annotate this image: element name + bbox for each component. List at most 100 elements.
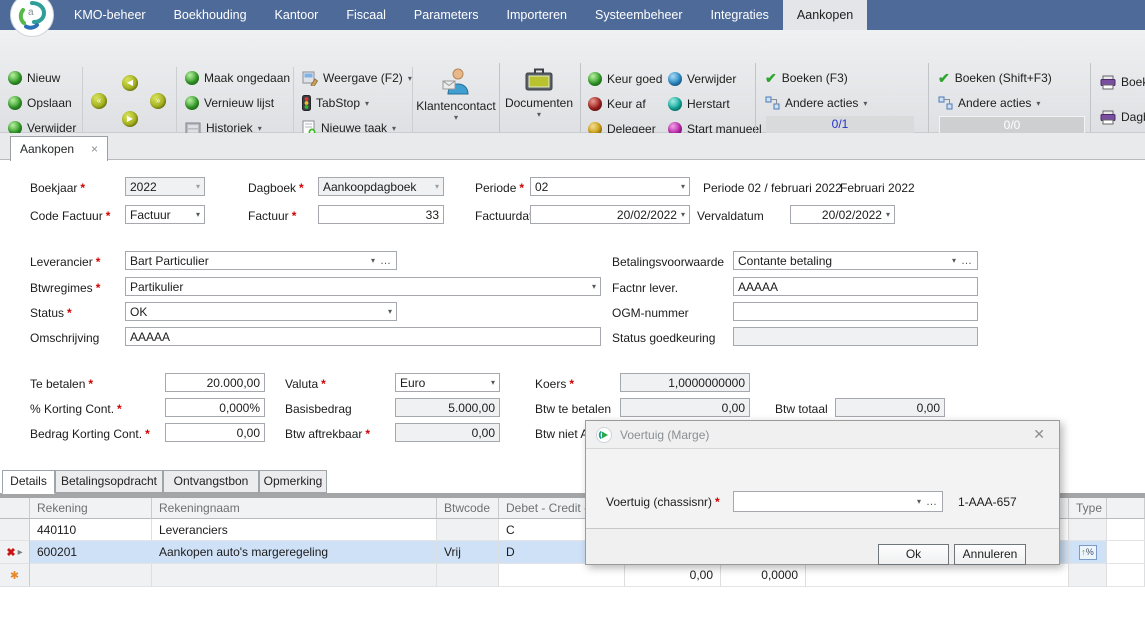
reject-icon — [588, 97, 602, 111]
dialog-titlebar[interactable]: Voertuig (Marge) ✕ — [586, 421, 1059, 449]
lookup-ellipsis-button[interactable]: … — [380, 256, 392, 266]
ribbon: Nieuw Opslaan Verwijder ◀ « » ▶ Maak ong… — [0, 30, 1145, 133]
menu-tab-fiscaal[interactable]: Fiscaal — [332, 0, 400, 30]
factuurdatum-datepicker[interactable]: 20/02/2022▾ — [530, 205, 690, 224]
detail-tab-ontvangstbon[interactable]: Ontvangstbon — [163, 470, 259, 493]
detail-tab-opmerking[interactable]: Opmerking — [259, 470, 327, 493]
cell-rekeningnaam[interactable]: Leveranciers — [152, 519, 437, 541]
cell-rekening[interactable]: 600201 — [30, 541, 152, 564]
boeken-f3-button[interactable]: ✔ Boeken (F3) — [765, 68, 848, 88]
boekjaar-combobox[interactable]: 2022▾ — [125, 177, 205, 196]
opslaan-button[interactable]: Opslaan — [8, 93, 72, 113]
column-header-btwcode[interactable]: Btwcode — [437, 498, 499, 519]
column-header-rekening[interactable]: Rekening — [30, 498, 152, 519]
row-indicator-selected[interactable]: ✖ ▸ — [0, 541, 30, 564]
cell-rekeningnaam[interactable]: Aankopen auto's margeregeling — [152, 541, 437, 564]
row-indicator[interactable] — [0, 519, 30, 541]
keur-goed-button[interactable]: Keur goed — [588, 69, 662, 89]
ogm-nummer-input[interactable] — [733, 302, 978, 321]
cell-debet-credit[interactable] — [499, 564, 625, 587]
nav-next-button[interactable]: ▶ — [122, 111, 138, 127]
voertuig-chassisnr-combobox[interactable]: ▾ … — [733, 491, 943, 512]
menu-tab-aankopen[interactable]: Aankopen — [783, 0, 867, 30]
menu-tab-boekhouding[interactable]: Boekhouding — [160, 0, 261, 30]
lookup-ellipsis-button[interactable]: … — [926, 497, 938, 507]
cell-bedrag[interactable]: 0,00 — [625, 564, 721, 587]
nav-first-button[interactable]: « — [91, 93, 107, 109]
boeken-shift-f3-button[interactable]: ✔ Boeken (Shift+F3) — [938, 68, 1052, 88]
boek-print-button[interactable]: Boek — [1100, 72, 1145, 92]
dialog-close-button[interactable]: ✕ — [1029, 426, 1049, 443]
goedkeuring-verwijder-button[interactable]: Verwijder — [668, 69, 736, 89]
basisbedrag-label: Basisbedrag — [285, 402, 352, 416]
cell-koers[interactable]: 0,0000 — [721, 564, 806, 587]
periode-info-month: Februari 2022 — [840, 181, 915, 195]
pct-korting-input[interactable]: 0,000% — [165, 398, 265, 417]
documenten-button[interactable]: Documenten ▾ — [501, 66, 577, 119]
menu-tab-importeren[interactable]: Importeren — [493, 0, 581, 30]
cell-hidden[interactable] — [806, 564, 1069, 587]
btwregimes-combobox[interactable]: Partikulier▾ — [125, 277, 601, 296]
bedrag-korting-input[interactable]: 0,00 — [165, 423, 265, 442]
cell-type[interactable] — [1069, 519, 1107, 541]
dialog-title: Voertuig (Marge) — [620, 428, 1021, 442]
menu-tab-kmo-beheer[interactable]: KMO-beheer — [60, 0, 160, 30]
maak-ongedaan-button[interactable]: Maak ongedaan — [185, 68, 290, 88]
weergave-button[interactable]: Weergave (F2) ▾ — [302, 68, 412, 88]
andere-acties-ubl-button[interactable]: Andere acties ▾ — [765, 93, 867, 113]
status-combobox[interactable]: OK▾ — [125, 302, 397, 321]
andere-acties-basecone-button[interactable]: Andere acties ▾ — [938, 93, 1040, 113]
betalingsvoorwaarde-combobox[interactable]: Contante betaling▾… — [733, 251, 978, 270]
column-header-type[interactable]: Type — [1069, 498, 1107, 519]
dagboek-combobox[interactable]: Aankoopdagboek▾ — [318, 177, 444, 196]
dagboek-print-button[interactable]: Dagb — [1100, 107, 1145, 127]
cell-btwcode[interactable] — [437, 519, 499, 541]
factuur-input[interactable]: 33 — [318, 205, 444, 224]
detail-tab-details[interactable]: Details — [2, 470, 55, 494]
detail-tab-betalingsopdracht[interactable]: Betalingsopdracht — [55, 470, 163, 493]
cell-btwcode[interactable] — [437, 564, 499, 587]
bedrag-korting-label: Bedrag Korting Cont.* — [30, 427, 150, 441]
row-indicator-new[interactable]: ✱ — [0, 564, 30, 587]
document-tab-aankopen[interactable]: Aankopen × — [10, 136, 108, 161]
vervaldatum-datepicker[interactable]: 20/02/2022▾ — [790, 205, 895, 224]
nieuw-button[interactable]: Nieuw — [8, 68, 60, 88]
cell-btwcode[interactable]: Vrij — [437, 541, 499, 564]
lookup-ellipsis-button[interactable]: … — [961, 256, 973, 266]
tabstop-button[interactable]: TabStop ▾ — [302, 93, 369, 113]
menu-tab-kantoor[interactable]: Kantoor — [261, 0, 333, 30]
nav-previous-button[interactable]: ◀ — [122, 75, 138, 91]
current-row-arrow-icon: ▸ — [18, 547, 23, 558]
leverancier-combobox[interactable]: Bart Particulier▾… — [125, 251, 397, 270]
herstart-button[interactable]: Herstart — [668, 94, 730, 114]
code-factuur-combobox[interactable]: Factuur▾ — [125, 205, 205, 224]
btw-aftrekbaar-label: Btw aftrekbaar* — [285, 427, 370, 441]
nav-last-button[interactable]: » — [150, 93, 166, 109]
menu-tab-systeembeheer[interactable]: Systeembeheer — [581, 0, 697, 30]
application-window: KMO-beheer Boekhouding Kantoor Fiscaal P… — [0, 0, 1145, 620]
keur-af-button[interactable]: Keur af — [588, 94, 646, 114]
chevron-down-icon: ▾ — [371, 256, 375, 265]
factnr-lever-input[interactable]: AAAAA — [733, 277, 978, 296]
menu-tab-integraties[interactable]: Integraties — [697, 0, 783, 30]
cell-rekening[interactable] — [30, 564, 152, 587]
annuleren-button[interactable]: Annuleren — [954, 544, 1026, 565]
cell-type[interactable] — [1069, 564, 1107, 587]
koers-field: 1,0000000000 — [620, 373, 750, 392]
cell-rekeningnaam[interactable] — [152, 564, 437, 587]
cell-type[interactable]: ↑% — [1069, 541, 1107, 564]
menu-tab-parameters[interactable]: Parameters — [400, 0, 493, 30]
vernieuw-lijst-button[interactable]: Vernieuw lijst — [185, 93, 274, 113]
omschrijving-input[interactable]: AAAAA — [125, 327, 601, 346]
factuur-label: Factuur* — [248, 209, 296, 223]
klantencontact-button[interactable]: Klantencontact ▾ — [413, 66, 499, 122]
cell-rekening[interactable]: 440110 — [30, 519, 152, 541]
save-icon — [8, 96, 22, 110]
periode-combobox[interactable]: 02▾ — [530, 177, 690, 196]
valuta-combobox[interactable]: Euro▾ — [395, 373, 500, 392]
column-separator — [82, 67, 83, 139]
ok-button[interactable]: Ok — [878, 544, 949, 565]
tab-close-icon[interactable]: × — [91, 142, 98, 156]
te-betalen-input[interactable]: 20.000,00 — [165, 373, 265, 392]
column-header-rekeningnaam[interactable]: Rekeningnaam — [152, 498, 437, 519]
